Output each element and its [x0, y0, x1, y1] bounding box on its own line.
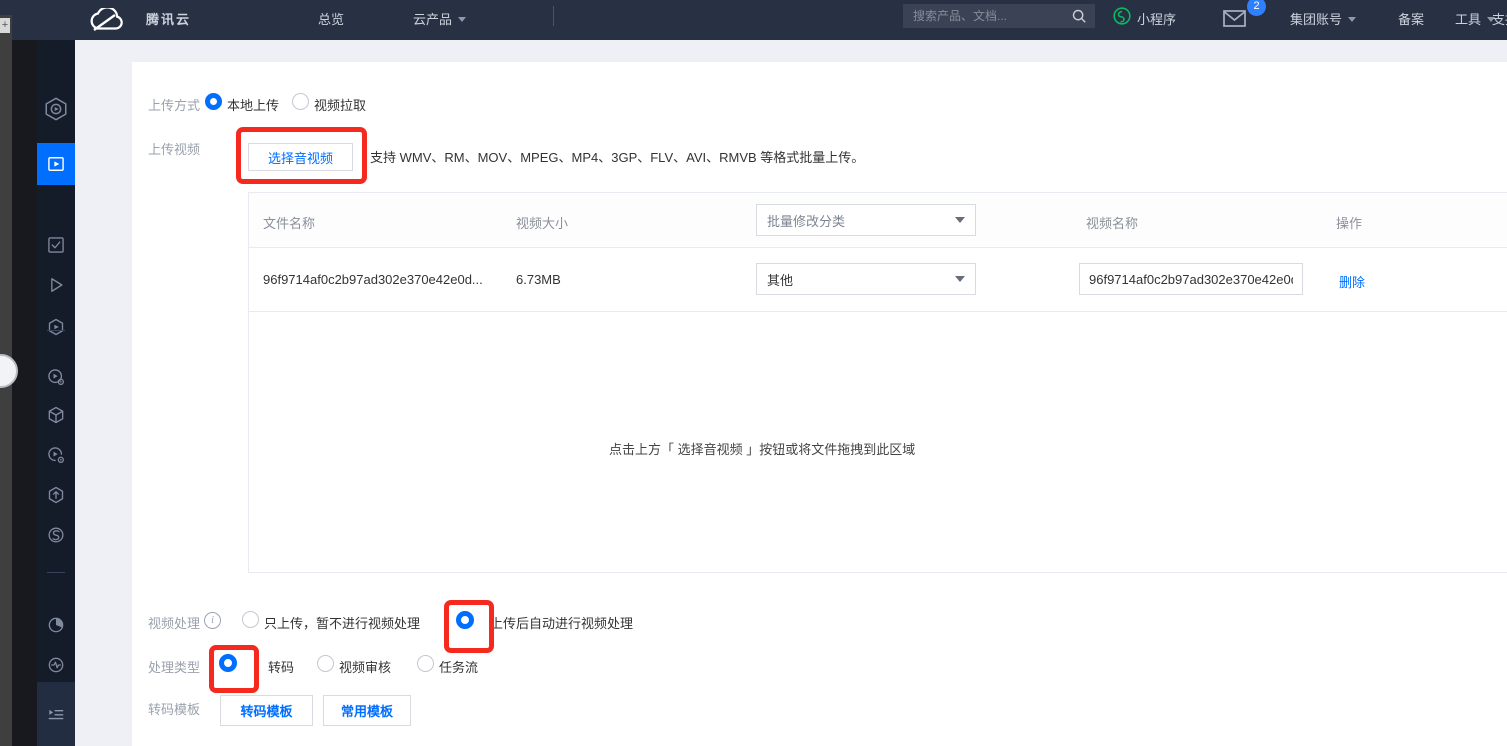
media-library-icon	[46, 154, 66, 174]
info-icon[interactable]: i	[204, 612, 221, 629]
search-box[interactable]	[903, 4, 1095, 28]
radio-local-upload[interactable]	[205, 93, 222, 110]
checkbox-icon	[46, 235, 66, 255]
pie-chart-icon	[46, 615, 66, 635]
common-template-button[interactable]: 常用模板	[323, 695, 411, 726]
chevron-down-icon	[458, 17, 466, 22]
vod-logo-icon	[43, 96, 69, 122]
table-header: 文件名称 视频大小 批量修改分类 视频名称 操作	[249, 193, 1507, 248]
s-link-icon	[46, 525, 66, 545]
choose-video-button[interactable]: 选择音视频	[248, 143, 353, 171]
chevron-down-icon	[955, 217, 965, 223]
col-video-name: 视频名称	[1086, 213, 1138, 232]
radio-video-pull-label[interactable]: 视频拉取	[314, 95, 366, 114]
nav-overview[interactable]: 总览	[318, 4, 344, 36]
nav-cloud-products[interactable]: 云产品	[413, 4, 466, 36]
radio-auto-process[interactable]	[456, 611, 474, 629]
batch-category-value: 批量修改分类	[767, 211, 845, 230]
file-dropzone[interactable]: 点击上方「 选择音视频 」按钮或将文件拖拽到此区域	[249, 312, 1507, 573]
video-process-label: 视频处理	[148, 613, 200, 632]
transcode-template-label: 转码模板	[148, 699, 200, 718]
sidebar-item-upload-hex[interactable]	[37, 475, 75, 515]
nav-miniprogram[interactable]: 小程序	[1137, 4, 1176, 36]
hexagon-play-icon	[46, 317, 66, 337]
nav-account[interactable]: 集团账号	[1290, 4, 1356, 36]
miniprogram-icon[interactable]	[1112, 6, 1132, 26]
cell-video-size: 6.73MB	[516, 272, 561, 287]
video-name-input[interactable]	[1079, 263, 1303, 295]
nav-support[interactable]: 支持	[1492, 4, 1507, 36]
edge-plus-widget: +	[0, 18, 10, 33]
topbar-divider	[553, 6, 554, 26]
sidebar-item-play-gear[interactable]	[37, 357, 75, 397]
chevron-down-icon	[1348, 17, 1356, 22]
process-type-label: 处理类型	[148, 657, 200, 676]
cell-file-name: 96f9714af0c2b97ad302e370e42e0d...	[263, 272, 483, 287]
delete-link[interactable]: 删除	[1339, 272, 1365, 291]
format-hint: 支持 WMV、RM、MOV、MPEG、MP4、3GP、FLV、AVI、RMVB …	[370, 147, 864, 166]
upload-file-table: 文件名称 视频大小 批量修改分类 视频名称 操作 96f9714af0c2b97…	[248, 192, 1507, 573]
radio-task-flow-label[interactable]: 任务流	[439, 657, 478, 676]
radio-auto-process-label[interactable]: 上传后自动进行视频处理	[490, 613, 633, 632]
search-input[interactable]	[911, 8, 1071, 24]
sidebar-divider	[47, 330, 65, 331]
nav-cloud-products-label: 云产品	[413, 12, 452, 27]
col-video-size: 视频大小	[516, 213, 568, 232]
hexagon-upload-icon	[46, 485, 66, 505]
row-category-select[interactable]: 其他	[756, 263, 976, 295]
radio-task-flow[interactable]	[417, 655, 434, 672]
batch-category-select[interactable]: 批量修改分类	[756, 204, 976, 236]
sidebar-item-task-flow[interactable]	[37, 682, 75, 746]
dropzone-hint: 点击上方「 选择音视频 」按钮或将文件拖拽到此区域	[609, 439, 915, 458]
pulse-circle-icon	[46, 655, 66, 675]
sidebar-item-statistics[interactable]	[37, 605, 75, 645]
radio-upload-only[interactable]	[242, 611, 259, 628]
task-flow-icon	[46, 704, 66, 724]
radio-local-upload-label[interactable]: 本地上传	[227, 95, 279, 114]
sidebar-item-monitor[interactable]	[37, 645, 75, 685]
radio-video-review-label[interactable]: 视频审核	[339, 657, 391, 676]
radio-upload-only-label[interactable]: 只上传，暂不进行视频处理	[264, 613, 420, 632]
tencent-cloud-console: 腾讯云 总览 云产品 小程序 2 集团账号 备案 工具	[0, 0, 1507, 746]
tencent-cloud-logo-icon[interactable]	[82, 8, 130, 34]
sidebar-item-play[interactable]	[37, 265, 75, 305]
nav-account-label: 集团账号	[1290, 12, 1342, 27]
col-action: 操作	[1336, 213, 1362, 232]
cube-icon	[46, 405, 66, 425]
radio-video-pull[interactable]	[292, 93, 309, 110]
sidebar-item-vod-logo[interactable]	[37, 95, 75, 123]
transcode-template-button[interactable]: 转码模板	[220, 695, 313, 726]
row-category-value: 其他	[767, 270, 793, 289]
radio-video-review[interactable]	[317, 655, 334, 672]
table-row: 96f9714af0c2b97ad302e370e42e0d... 6.73MB…	[249, 248, 1507, 312]
radio-transcode-label[interactable]: 转码	[268, 657, 294, 676]
sidebar-item-task-check[interactable]	[37, 225, 75, 265]
radio-transcode[interactable]	[219, 654, 237, 672]
mail-badge: 2	[1247, 0, 1266, 16]
sidebar-item-data-link[interactable]	[37, 515, 75, 555]
nav-tools-label: 工具	[1455, 12, 1481, 27]
nav-beian[interactable]: 备案	[1398, 4, 1424, 36]
sidebar-item-media-library-active[interactable]	[37, 143, 75, 185]
window-edge-strip	[12, 40, 37, 746]
mail-icon[interactable]	[1223, 10, 1246, 28]
brand-title[interactable]: 腾讯云	[146, 4, 191, 36]
topbar: 腾讯云 总览 云产品 小程序 2 集团账号 备案 工具	[0, 0, 1507, 40]
sidebar-divider	[47, 572, 65, 573]
sidebar-item-cube[interactable]	[37, 395, 75, 435]
play-gear-icon	[46, 367, 66, 387]
upload-method-label: 上传方式	[148, 95, 200, 114]
sidebar-item-play-gear-2[interactable]	[37, 435, 75, 475]
nav-tools[interactable]: 工具	[1455, 4, 1495, 36]
search-icon[interactable]	[1071, 8, 1087, 24]
play-outline-icon	[46, 275, 66, 295]
col-file-name: 文件名称	[263, 213, 315, 232]
play-gear-icon	[46, 445, 66, 465]
sidebar	[37, 40, 75, 746]
upload-video-label: 上传视频	[148, 139, 200, 158]
chevron-down-icon	[955, 276, 965, 282]
sidebar-item-media-process[interactable]	[37, 307, 75, 347]
